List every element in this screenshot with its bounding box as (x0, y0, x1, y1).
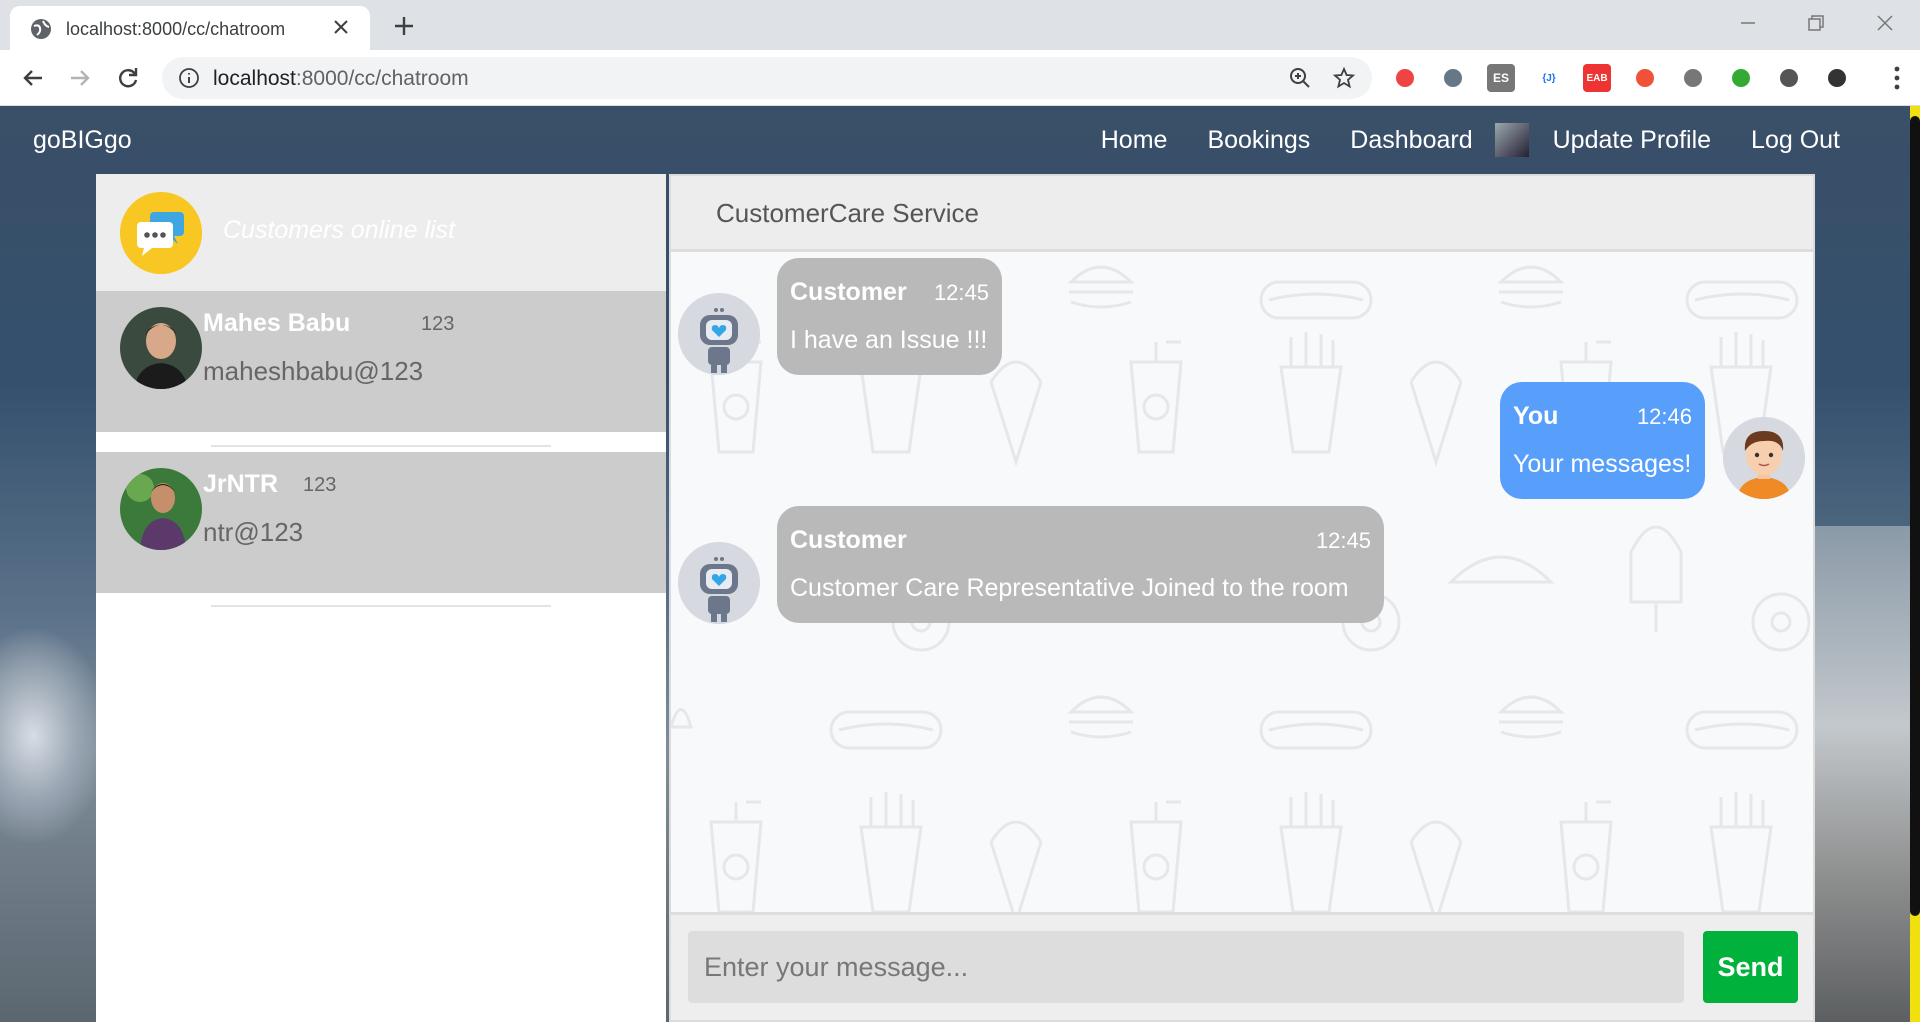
contact-number: 123 (421, 313, 455, 335)
drive-extension-icon[interactable] (1439, 64, 1467, 92)
chat-panel: CustomerCare Service Customer 12:45 I ha… (669, 174, 1815, 1022)
scrollbar-thumb[interactable] (1910, 116, 1920, 916)
message-time: 12:46 (1636, 404, 1692, 429)
zoom-icon[interactable] (1288, 66, 1312, 90)
window-close-icon[interactable] (1870, 8, 1900, 38)
bot-avatar (678, 542, 760, 624)
contact-name: JrNTR (203, 470, 279, 498)
message-time: 12:45 (1315, 528, 1371, 553)
background-airplane (0, 626, 110, 846)
message-text: Customer Care Representative Joined to t… (790, 574, 1349, 602)
tab-close-icon[interactable] (330, 16, 352, 38)
page-background: goBIGgo Home Bookings Dashboard Update P… (0, 106, 1920, 1022)
globe-icon (31, 19, 51, 39)
nav-home[interactable]: Home (1081, 126, 1188, 155)
message-bubble: Customer 12:45 I have an Issue !!! (777, 258, 1002, 375)
contact-id: maheshbabu@123 (203, 356, 424, 386)
chat-title: CustomerCare Service (716, 198, 979, 228)
minimize-icon[interactable] (1733, 8, 1763, 38)
restore-icon[interactable] (1801, 8, 1831, 38)
brand-logo[interactable]: goBIGgo (33, 126, 132, 155)
chat-bubbles-icon (120, 192, 202, 274)
message-text: Your messages! (1513, 450, 1692, 478)
back-arrow-icon[interactable] (18, 63, 48, 93)
message-list[interactable]: Customer 12:45 I have an Issue !!! You 1… (671, 252, 1813, 912)
globe-extension-icon[interactable] (1727, 64, 1755, 92)
site-info-icon[interactable] (178, 67, 200, 89)
send-button[interactable]: Send (1703, 931, 1798, 1003)
address-bar[interactable]: localhost:8000/cc/chatroom (162, 57, 1372, 99)
browser-toolbar: localhost:8000/cc/chatroom ES {J} EAB (0, 50, 1920, 106)
nav-logout[interactable]: Log Out (1731, 126, 1860, 155)
swift-extension-icon[interactable] (1631, 64, 1659, 92)
contact-id: ntr@123 (203, 517, 304, 547)
message-text: I have an Issue !!! (790, 326, 988, 354)
customers-panel-title: Customers online list (223, 216, 456, 244)
forward-arrow-icon[interactable] (65, 63, 95, 93)
search-page-extension-icon[interactable] (1679, 64, 1707, 92)
url-text: localhost:8000/cc/chatroom (213, 67, 469, 90)
contact-avatar (120, 307, 202, 389)
nav-update-profile[interactable]: Update Profile (1533, 126, 1731, 155)
contact-number: 123 (303, 474, 337, 496)
contact-item[interactable]: JrNTR 123 ntr@123 (96, 452, 666, 593)
json-extension-icon[interactable]: {J} (1535, 64, 1563, 92)
user-avatar (1723, 417, 1805, 499)
tab-title: localhost:8000/cc/chatroom (66, 19, 286, 39)
reload-icon[interactable] (113, 63, 143, 93)
message-sender: Customer (790, 278, 907, 306)
message-bubble: You 12:46 Your messages! (1500, 382, 1705, 499)
browser-menu-icon[interactable] (1892, 64, 1902, 92)
puzzle-extensions-icon[interactable] (1775, 64, 1803, 92)
customers-panel-header: Customers online list (96, 174, 666, 291)
contact-divider (211, 445, 551, 447)
message-time: 12:45 (933, 280, 989, 305)
customers-panel: Customers online list Mahes Babu 123 mah… (96, 174, 666, 1022)
browser-tab[interactable]: localhost:8000/cc/chatroom (10, 6, 370, 50)
pocket-extension-icon[interactable] (1391, 64, 1419, 92)
nav-bookings[interactable]: Bookings (1187, 126, 1330, 155)
message-sender: You (1513, 402, 1559, 430)
site-navbar: goBIGgo Home Bookings Dashboard Update P… (0, 106, 1910, 174)
contact-name: Mahes Babu (203, 309, 351, 337)
nav-dashboard[interactable]: Dashboard (1330, 126, 1494, 155)
nav-links: Home Bookings Dashboard Update Profile L… (1081, 106, 1860, 174)
bookmark-star-icon[interactable] (1332, 66, 1356, 90)
contact-avatar (120, 468, 202, 550)
profile-avatar-icon[interactable] (1823, 64, 1851, 92)
message-input[interactable] (688, 931, 1684, 1003)
chat-header: CustomerCare Service (671, 176, 1813, 252)
es-extension-icon[interactable]: ES (1487, 64, 1515, 92)
message-sender: Customer (790, 526, 907, 554)
profile-thumbnail (1494, 123, 1529, 157)
message-composer: Send (671, 912, 1813, 1020)
browser-tab-strip: localhost:8000/cc/chatroom (0, 0, 1920, 50)
contact-item[interactable]: Mahes Babu 123 maheshbabu@123 (96, 291, 666, 432)
eab-extension-icon[interactable]: EAB (1583, 64, 1611, 92)
contact-divider (211, 605, 551, 607)
background-airport (1810, 526, 1920, 1022)
new-tab-icon[interactable] (390, 12, 418, 40)
bot-avatar (678, 293, 760, 375)
message-bubble: Customer 12:45 Customer Care Representat… (777, 506, 1384, 623)
